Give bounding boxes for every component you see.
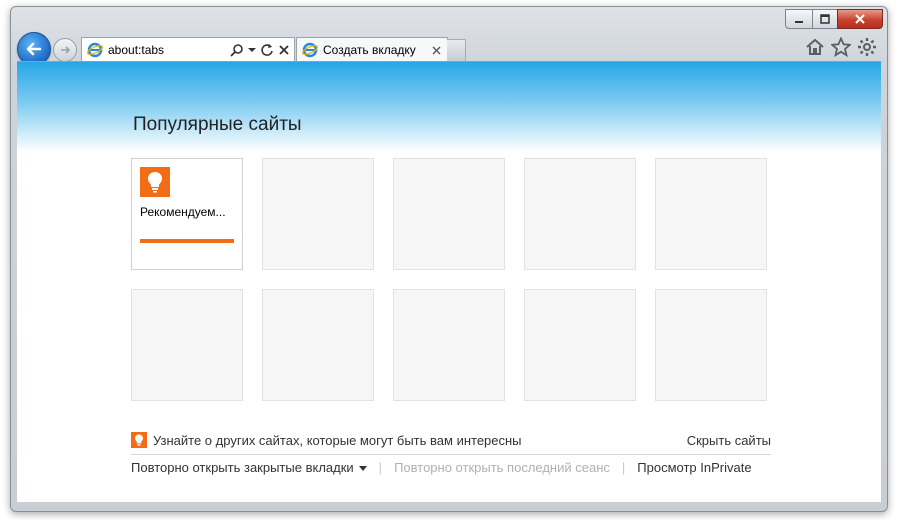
new-tab-button[interactable] bbox=[447, 39, 466, 63]
close-window-button[interactable] bbox=[837, 9, 883, 29]
reopen-last-session-link: Повторно открыть последний сеанс bbox=[394, 460, 610, 475]
refresh-icon[interactable] bbox=[260, 43, 274, 57]
minimize-button[interactable] bbox=[785, 9, 812, 29]
back-arrow-icon bbox=[26, 42, 42, 56]
site-tile-empty[interactable] bbox=[262, 289, 374, 401]
site-tile-empty[interactable] bbox=[655, 158, 767, 270]
address-tools bbox=[230, 43, 290, 57]
site-tile-empty[interactable] bbox=[262, 158, 374, 270]
lightbulb-icon bbox=[140, 167, 170, 197]
dropdown-arrow-icon[interactable] bbox=[248, 46, 256, 54]
browser-window: about:tabs Создать вкладку Популярные са… bbox=[10, 6, 888, 512]
reopen-closed-tabs-label: Повторно открыть закрытые вкладки bbox=[131, 460, 354, 475]
stop-icon[interactable] bbox=[278, 44, 290, 56]
bottom-links: Повторно открыть закрытые вкладки | Повт… bbox=[131, 460, 752, 475]
header-gradient bbox=[17, 62, 881, 152]
home-icon[interactable] bbox=[805, 37, 825, 57]
maximize-icon bbox=[820, 14, 830, 24]
close-icon bbox=[855, 14, 865, 24]
site-tile-empty[interactable] bbox=[524, 289, 636, 401]
tile-label: Рекомендуем... bbox=[140, 205, 226, 219]
search-icon[interactable] bbox=[230, 43, 244, 57]
chevron-down-icon bbox=[358, 466, 367, 472]
lightbulb-icon bbox=[131, 432, 147, 448]
forward-button[interactable] bbox=[53, 38, 77, 62]
tab-close-icon[interactable] bbox=[432, 46, 441, 55]
ie-logo-icon bbox=[86, 41, 104, 59]
forward-arrow-icon bbox=[61, 46, 71, 54]
ie-tab-icon bbox=[301, 41, 319, 59]
site-tile-empty[interactable] bbox=[655, 289, 767, 401]
tile-accent-bar bbox=[140, 239, 234, 243]
toolbar-icons bbox=[805, 37, 877, 57]
favorites-star-icon[interactable] bbox=[831, 37, 851, 57]
discover-sites-row: Узнайте о других сайтах, которые могут б… bbox=[131, 430, 771, 450]
address-text[interactable]: about:tabs bbox=[108, 43, 230, 57]
address-bar[interactable]: about:tabs bbox=[81, 37, 295, 63]
discover-sites-link[interactable]: Узнайте о других сайтах, которые могут б… bbox=[153, 433, 687, 448]
site-tile-recommended[interactable]: Рекомендуем... bbox=[131, 158, 243, 270]
hide-sites-link[interactable]: Скрыть сайты bbox=[687, 433, 771, 448]
site-tile-empty[interactable] bbox=[393, 289, 505, 401]
separator: | bbox=[621, 460, 626, 475]
page-title: Популярные сайты bbox=[133, 114, 302, 135]
new-tab-page: Популярные сайты Рекомендуем... Узнайте … bbox=[17, 61, 881, 502]
maximize-button[interactable] bbox=[812, 9, 837, 29]
minimize-icon bbox=[795, 21, 803, 23]
settings-gear-icon[interactable] bbox=[857, 37, 877, 57]
tab-title: Создать вкладку bbox=[323, 43, 416, 57]
inprivate-link[interactable]: Просмотр InPrivate bbox=[637, 460, 751, 475]
site-tile-empty[interactable] bbox=[131, 289, 243, 401]
separator: | bbox=[378, 460, 383, 475]
divider bbox=[131, 454, 771, 455]
tab-new-tab[interactable]: Создать вкладку bbox=[296, 37, 448, 62]
site-tile-empty[interactable] bbox=[393, 158, 505, 270]
window-controls bbox=[785, 9, 883, 29]
site-tile-empty[interactable] bbox=[524, 158, 636, 270]
reopen-closed-tabs-link[interactable]: Повторно открыть закрытые вкладки bbox=[131, 460, 367, 475]
